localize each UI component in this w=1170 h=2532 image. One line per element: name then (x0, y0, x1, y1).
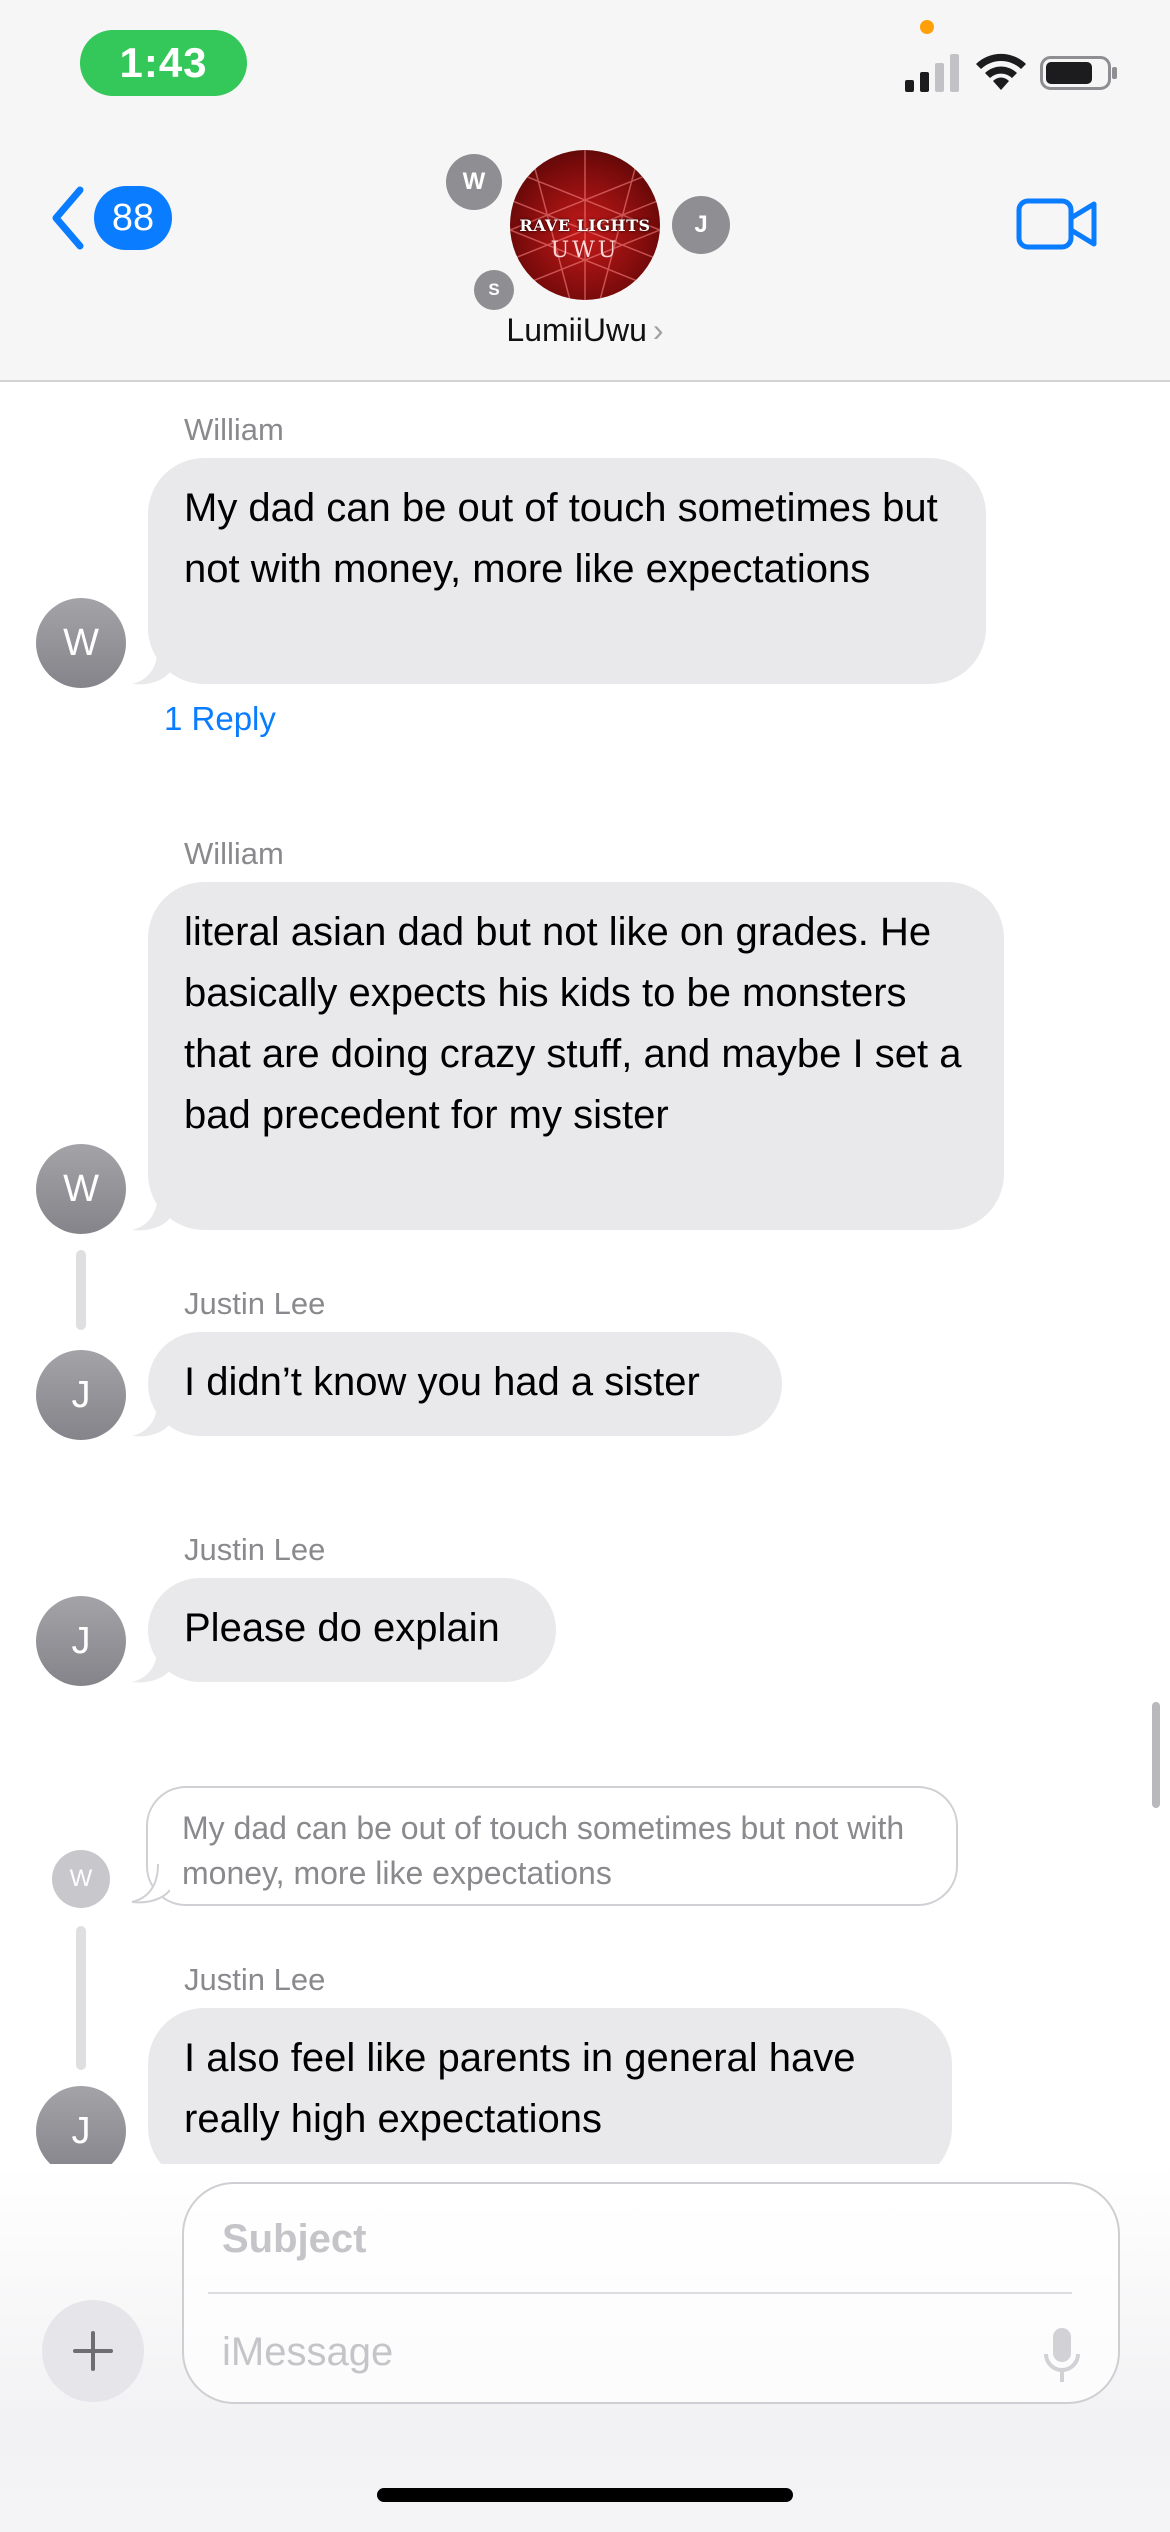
bubble-tail (132, 1644, 170, 1683)
member-avatar-j: J (672, 196, 730, 254)
message-bubble[interactable]: Please do explain (148, 1578, 556, 1682)
unread-count-badge: 88 (94, 186, 172, 250)
group-photo-title: RAVE LIGHTS (519, 216, 651, 235)
video-call-icon[interactable] (1016, 196, 1098, 252)
battery-icon (1040, 56, 1117, 90)
message-list[interactable]: William My dad can be out of touch somet… (0, 384, 1170, 2164)
avatar[interactable]: W (36, 598, 126, 688)
status-time[interactable]: 1:43 (80, 30, 247, 96)
chevron-left-icon (52, 186, 84, 250)
chevron-right-icon: › (652, 312, 664, 348)
avatar[interactable]: J (36, 1596, 126, 1686)
quoted-avatar: W (52, 1850, 110, 1908)
message-bubble[interactable]: My dad can be out of touch sometimes but… (148, 458, 986, 684)
compose-divider (208, 2292, 1072, 2294)
message-bubble[interactable]: I also feel like parents in general have… (148, 2008, 952, 2164)
microphone-icon[interactable] (1042, 2326, 1082, 2386)
thread-line (76, 1250, 86, 1330)
sender-name: Justin Lee (184, 1286, 326, 1321)
sender-name: William (184, 412, 284, 447)
cellular-signal-icon (905, 54, 959, 92)
scroll-indicator[interactable] (1152, 1702, 1160, 1808)
avatar[interactable]: W (36, 1144, 126, 1234)
wifi-icon (976, 53, 1026, 90)
reply-count-link[interactable]: 1 Reply (164, 700, 276, 738)
avatar[interactable]: J (36, 2086, 126, 2164)
sender-name: William (184, 836, 284, 871)
conversation-header: 1:43 88 W J S RAVE LIGHTS UWU LumiiUwu › (0, 0, 1170, 382)
back-button[interactable]: 88 (48, 186, 172, 250)
compose-field (182, 2182, 1120, 2404)
message-bubble[interactable]: literal asian dad but not like on grades… (148, 882, 1004, 1230)
sender-name: Justin Lee (184, 1532, 326, 1567)
compose-area (0, 2164, 1170, 2532)
thread-line (76, 1926, 86, 2070)
group-photo-subtitle: UWU (550, 238, 620, 263)
subject-input[interactable] (220, 2208, 1060, 2270)
privacy-indicator-dot (920, 20, 934, 34)
quoted-bubble-tail (131, 1864, 170, 1904)
home-indicator[interactable] (377, 2488, 793, 2502)
apps-plus-button[interactable] (42, 2300, 144, 2402)
bubble-tail (132, 1398, 170, 1437)
status-bar: 1:43 (0, 0, 1170, 130)
member-avatar-w: W (446, 154, 502, 210)
group-name[interactable]: LumiiUwu › (0, 312, 1170, 349)
message-bubble[interactable]: I didn’t know you had a sister (148, 1332, 782, 1436)
group-name-label: LumiiUwu (506, 312, 647, 348)
sender-name: Justin Lee (184, 1962, 326, 1997)
plus-icon (73, 2331, 113, 2371)
imessage-input[interactable] (220, 2320, 1020, 2384)
quoted-reply-bubble[interactable]: My dad can be out of touch sometimes but… (146, 1786, 958, 1906)
avatar[interactable]: J (36, 1350, 126, 1440)
group-photo[interactable]: RAVE LIGHTS UWU (510, 150, 660, 300)
bubble-tail (132, 1192, 170, 1231)
member-avatar-s: S (474, 270, 514, 310)
bubble-tail (132, 646, 170, 685)
